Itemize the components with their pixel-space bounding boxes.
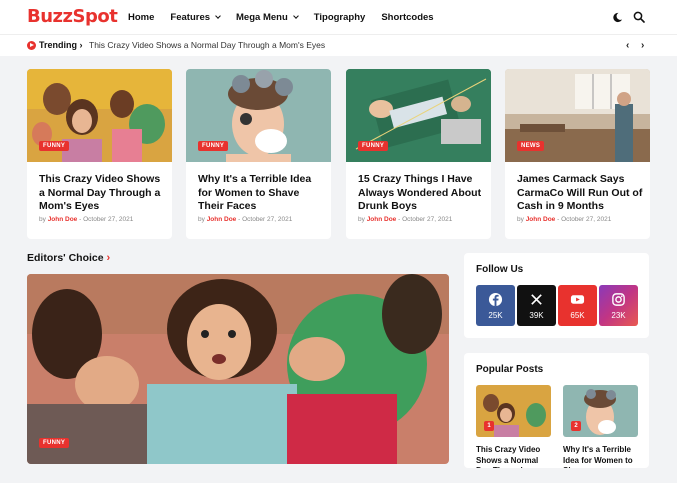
main-nav: Home Features Mega Menu Tipography Short… <box>128 0 434 34</box>
post-title[interactable]: 15 Crazy Things I Have Always Wondered A… <box>358 173 486 214</box>
nav-tipography-label: Tipography <box>313 11 366 23</box>
trending-headline[interactable]: This Crazy Video Shows a Normal Day Thro… <box>89 40 325 50</box>
rank-badge: 2 <box>571 421 581 431</box>
follow-us-title: Follow Us <box>476 264 524 275</box>
chevron-down-icon <box>215 12 221 19</box>
post-title[interactable]: This Crazy Video Shows a Normal Day Thro… <box>39 173 167 214</box>
post-meta: by John Doe - October 27, 2021 <box>39 216 133 223</box>
nav-features-label: Features <box>170 11 211 23</box>
trending-label-text: Trending <box>39 40 77 50</box>
nav-home[interactable]: Home <box>128 12 154 23</box>
meta-by: by <box>39 216 46 223</box>
post-date: - October 27, 2021 <box>238 216 293 223</box>
trending-bar: Trending › This Crazy Video Shows a Norm… <box>0 34 677 56</box>
chevron-right-icon[interactable]: › <box>641 40 644 51</box>
chevron-down-icon <box>292 12 299 19</box>
post-title[interactable]: James Carmack Says CarmaCo Will Run Out … <box>517 173 645 214</box>
author-link[interactable]: John Doe <box>207 216 237 223</box>
youtube-button[interactable]: 65K <box>558 285 597 326</box>
featured-post[interactable]: FUNNY <box>27 274 449 464</box>
instagram-button[interactable]: 23K <box>599 285 638 326</box>
search-icon[interactable] <box>632 10 646 24</box>
post-date: - October 27, 2021 <box>398 216 453 223</box>
nav-mega-menu[interactable]: Mega Menu <box>236 11 299 23</box>
post-meta: by John Doe - October 27, 2021 <box>198 216 292 223</box>
follower-count: 23K <box>611 311 626 320</box>
rank-badge: 1 <box>484 421 494 431</box>
popular-post-title[interactable]: This Crazy Video Shows a Normal Day Thro… <box>476 445 552 468</box>
nav-shortcodes[interactable]: Shortcodes <box>381 12 433 23</box>
x-icon <box>531 294 542 305</box>
follower-count: 39K <box>529 311 544 320</box>
popular-posts-widget: Popular Posts 1 This Crazy Video Shows a… <box>464 353 649 468</box>
meta-by: by <box>358 216 365 223</box>
post-date: - October 27, 2021 <box>79 216 134 223</box>
category-badge[interactable]: FUNNY <box>358 141 389 151</box>
featured-image[interactable] <box>27 274 449 464</box>
post-card[interactable]: FUNNY This Crazy Video Shows a Normal Da… <box>27 69 172 239</box>
trending-play-icon <box>27 41 36 50</box>
author-link[interactable]: John Doe <box>48 216 78 223</box>
facebook-icon <box>488 292 503 307</box>
popular-post-title[interactable]: Why It's a Terrible Idea for Women to Sh… <box>563 445 639 468</box>
author-link[interactable]: John Doe <box>367 216 397 223</box>
meta-by: by <box>517 216 524 223</box>
site-header: BuzzSpot Home Features Mega Menu Tipogra… <box>0 0 677 34</box>
post-card[interactable]: FUNNY 15 Crazy Things I Have Always Wond… <box>346 69 491 239</box>
category-badge[interactable]: FUNNY <box>198 141 229 151</box>
post-date: - October 27, 2021 <box>557 216 612 223</box>
category-badge[interactable]: NEWS <box>517 141 545 151</box>
youtube-icon <box>570 295 585 304</box>
theme-toggle-icon[interactable] <box>610 10 624 24</box>
nav-shortcodes-label: Shortcodes <box>381 11 434 23</box>
page-bottom-edge <box>0 468 677 483</box>
popular-posts-title: Popular Posts <box>476 364 544 375</box>
post-meta: by John Doe - October 27, 2021 <box>358 216 452 223</box>
category-badge[interactable]: FUNNY <box>39 141 70 151</box>
post-card[interactable]: FUNNY Why It's a Terrible Idea for Women… <box>186 69 331 239</box>
follower-count: 65K <box>570 311 585 320</box>
post-title[interactable]: Why It's a Terrible Idea for Women to Sh… <box>198 173 326 214</box>
x-button[interactable]: 39K <box>517 285 556 326</box>
editors-choice-heading[interactable]: Editors' Choice › <box>27 252 110 264</box>
post-card[interactable]: NEWS James Carmack Says CarmaCo Will Run… <box>505 69 650 239</box>
author-link[interactable]: John Doe <box>526 216 556 223</box>
site-logo[interactable]: BuzzSpot <box>27 6 118 27</box>
editors-choice-title: Editors' Choice <box>27 252 104 264</box>
nav-home-label: Home <box>128 11 155 23</box>
chevron-left-icon[interactable]: ‹ <box>626 40 629 51</box>
nav-features[interactable]: Features <box>170 11 221 23</box>
nav-mega-menu-label: Mega Menu <box>236 11 288 23</box>
post-meta: by John Doe - October 27, 2021 <box>517 216 611 223</box>
trending-label: Trending › <box>39 40 83 50</box>
chevron-right-icon: › <box>106 252 111 264</box>
meta-by: by <box>198 216 205 223</box>
category-badge[interactable]: FUNNY <box>39 438 70 448</box>
nav-tipography[interactable]: Tipography <box>314 12 366 23</box>
follow-us-widget: Follow Us 25K 39K 65K 23K <box>464 253 649 338</box>
instagram-icon <box>612 293 625 306</box>
facebook-button[interactable]: 25K <box>476 285 515 326</box>
follower-count: 25K <box>488 311 503 320</box>
